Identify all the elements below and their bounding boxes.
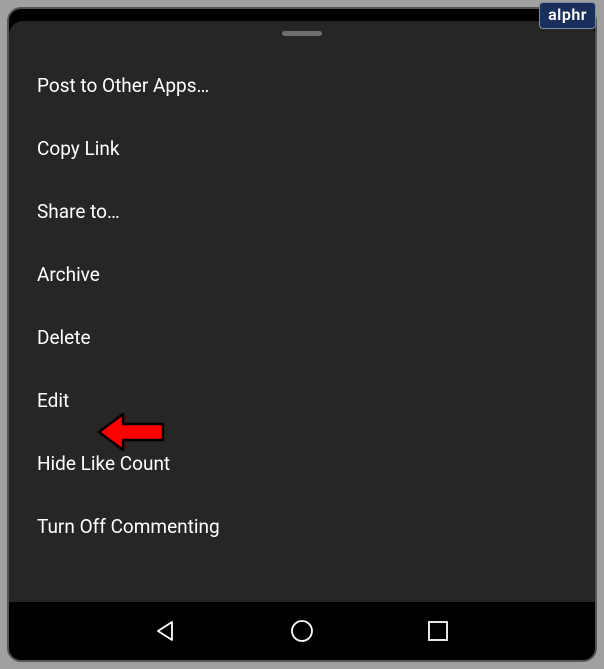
bottom-sheet: Post to Other Apps… Copy Link Share to… … [9,21,595,602]
triangle-back-icon [154,619,178,643]
menu-item-share-to[interactable]: Share to… [9,180,595,243]
android-nav-bar [9,602,595,660]
nav-recent-button[interactable] [425,618,451,644]
options-menu: Post to Other Apps… Copy Link Share to… … [9,54,595,558]
menu-item-copy-link[interactable]: Copy Link [9,117,595,180]
nav-back-button[interactable] [153,618,179,644]
square-recent-icon [427,620,449,642]
circle-home-icon [289,618,315,644]
sheet-grabber[interactable] [282,31,322,36]
menu-item-edit[interactable]: Edit [9,369,595,432]
menu-item-turn-off-commenting[interactable]: Turn Off Commenting [9,495,595,558]
menu-item-delete[interactable]: Delete [9,306,595,369]
watermark-badge: alphr [539,2,596,29]
menu-item-post-to-other-apps[interactable]: Post to Other Apps… [9,54,595,117]
menu-item-archive[interactable]: Archive [9,243,595,306]
device-frame: Post to Other Apps… Copy Link Share to… … [7,7,597,662]
menu-item-hide-like-count[interactable]: Hide Like Count [9,432,595,495]
nav-home-button[interactable] [289,618,315,644]
